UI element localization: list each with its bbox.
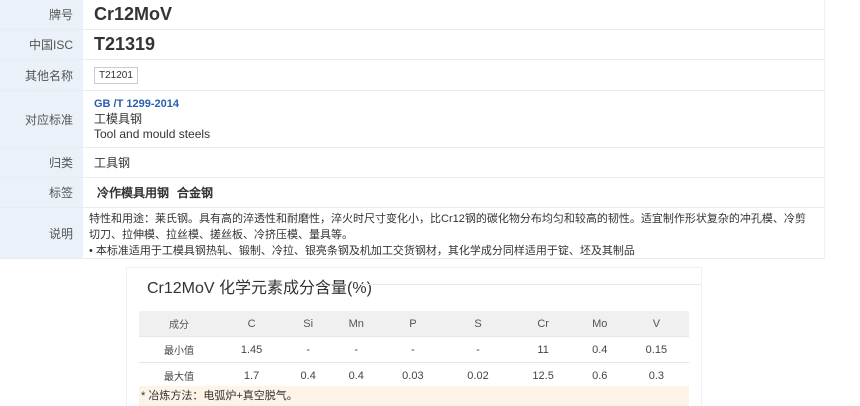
smelting-method-note: * 冶炼方法：电弧炉+真空脱气。 xyxy=(139,386,689,406)
info-row-standard: 对应标准 GB /T 1299-2014 工模具钢 Tool and mould… xyxy=(0,91,824,148)
table-cell: 0.4 xyxy=(284,362,333,389)
category-label: 归类 xyxy=(0,148,83,177)
table-cell: 0.15 xyxy=(623,336,689,363)
tag-item[interactable]: 冷作模具用钢 xyxy=(97,184,169,201)
table-cell: Si xyxy=(284,311,333,337)
table-cell: 最大值 xyxy=(139,362,219,389)
table-cell: 1.7 xyxy=(219,362,285,389)
table-cell: Mn xyxy=(332,311,381,337)
isc-value: T21319 xyxy=(94,34,156,54)
tags-label: 标签 xyxy=(0,178,83,207)
table-row: 最大值 1.7 0.4 0.4 0.03 0.02 12.5 0.6 0.3 xyxy=(139,362,689,389)
table-cell: Cr xyxy=(510,311,576,337)
table-cell: - xyxy=(380,336,446,363)
table-cell: - xyxy=(284,336,333,363)
table-cell: S xyxy=(445,311,511,337)
composition-panel: Cr12MoV 化学元素成分含量(%) 成分 C Si Mn P S Cr Mo… xyxy=(126,267,702,406)
other-names-label: 其他名称 xyxy=(0,60,83,90)
info-row-description: 说明 特性和用途：莱氏钢。具有高的淬透性和耐磨性，淬火时尺寸变化小，比Cr12钢… xyxy=(0,208,824,259)
table-cell: 11 xyxy=(510,336,576,363)
info-row-category: 归类 工具钢 xyxy=(0,148,824,178)
table-cell: 0.02 xyxy=(445,362,511,389)
table-cell: 0.3 xyxy=(623,362,689,389)
table-cell: Mo xyxy=(575,311,624,337)
tag-item[interactable]: 合金钢 xyxy=(177,184,213,201)
info-row-isc: 中国ISC T21319 xyxy=(0,30,824,60)
info-row-grade: 牌号 Cr12MoV xyxy=(0,0,824,30)
table-cell: 0.4 xyxy=(575,336,624,363)
table-cell: 12.5 xyxy=(510,362,576,389)
description-line-2: • 本标准适用于工模具钢热轧、锻制、冷拉、银亮条钢及机加工交货钢材，其化学成分同… xyxy=(89,244,635,257)
table-header-row: 成分 C Si Mn P S Cr Mo V xyxy=(139,311,689,337)
composition-table: 成分 C Si Mn P S Cr Mo V 最小值 1.45 - - - - … xyxy=(139,311,689,389)
table-cell: C xyxy=(219,311,285,337)
table-cell: 0.03 xyxy=(380,362,446,389)
table-cell: 最小值 xyxy=(139,336,219,363)
title-divider xyxy=(359,284,701,285)
table-cell: 0.4 xyxy=(332,362,381,389)
table-cell: V xyxy=(623,311,689,337)
isc-label: 中国ISC xyxy=(0,30,83,59)
info-row-other-names: 其他名称 T21201 xyxy=(0,60,824,91)
table-cell: 成分 xyxy=(139,311,219,337)
table-cell: P xyxy=(380,311,446,337)
description-line-1: 特性和用途：莱氏钢。具有高的淬透性和耐磨性，淬火时尺寸变化小，比Cr12钢的碳化… xyxy=(89,212,806,241)
description-label: 说明 xyxy=(0,208,83,258)
info-row-tags: 标签 冷作模具用钢 合金钢 xyxy=(0,178,824,208)
standard-label: 对应标准 xyxy=(0,91,83,147)
steel-info-table: 牌号 Cr12MoV 中国ISC T21319 其他名称 T21201 对应标准… xyxy=(0,0,825,259)
table-cell: 0.6 xyxy=(575,362,624,389)
table-cell: - xyxy=(332,336,381,363)
table-cell: - xyxy=(445,336,511,363)
category-value: 工具钢 xyxy=(94,156,131,170)
other-name-chip: T21201 xyxy=(94,66,138,84)
grade-label: 牌号 xyxy=(0,0,83,29)
grade-value: Cr12MoV xyxy=(94,4,173,24)
standard-name-cn: 工模具钢 xyxy=(94,111,143,126)
standard-name-en: Tool and mould steels xyxy=(94,126,211,141)
table-row: 最小值 1.45 - - - - 11 0.4 0.15 xyxy=(139,336,689,363)
standard-code-link[interactable]: GB /T 1299-2014 xyxy=(94,97,210,112)
composition-title: Cr12MoV 化学元素成分含量(%) xyxy=(147,280,372,297)
table-cell: 1.45 xyxy=(219,336,285,363)
